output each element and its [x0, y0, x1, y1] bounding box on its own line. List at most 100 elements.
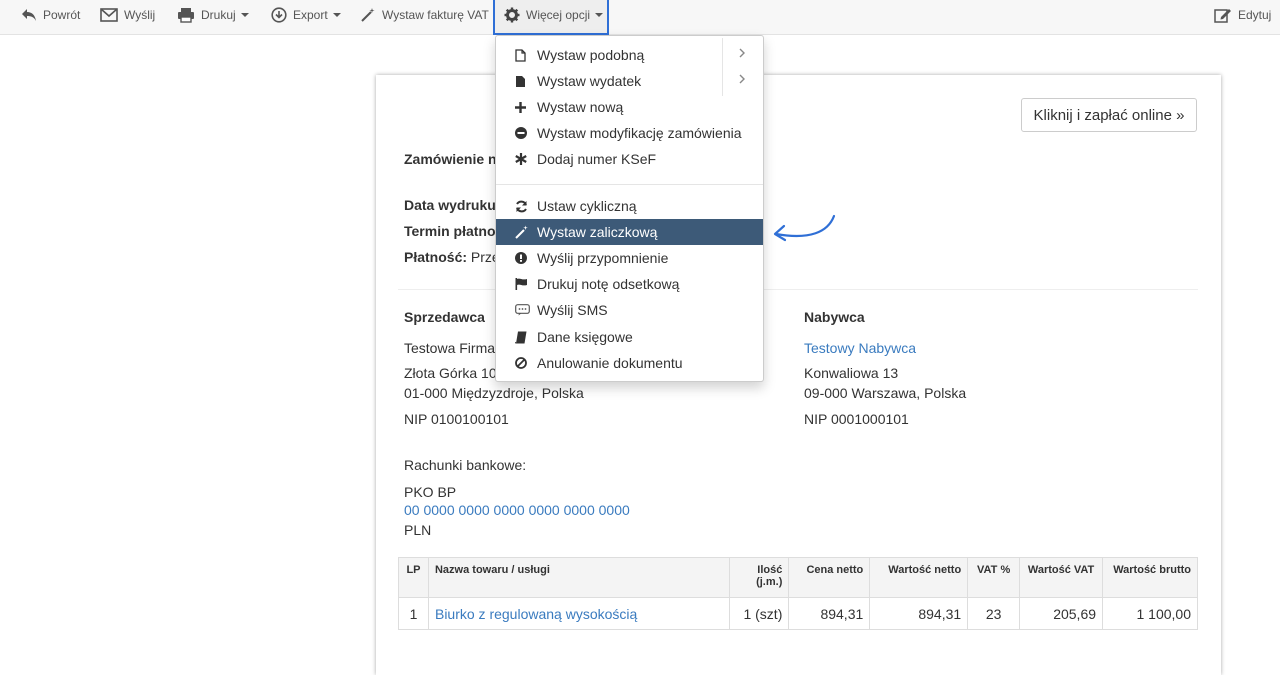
col-header: Ilość (j.m.) [729, 557, 790, 598]
minus-circle-icon [515, 127, 527, 139]
export-label: Export [293, 8, 328, 22]
col-header: Wartość VAT [1019, 557, 1104, 598]
due-date-label: Termin płatno [404, 223, 496, 239]
vat-invoice-button[interactable]: Wystaw fakturę VAT [360, 0, 489, 30]
cell-vat-rate: 23 [967, 597, 1021, 630]
menu-item-ksef[interactable]: Dodaj numer KSeF [496, 146, 763, 172]
menu-item-label: Wystaw modyfikację zamówienia [537, 125, 742, 141]
cell-net-price: 894,31 [788, 597, 871, 630]
magic-wand-icon [361, 8, 375, 22]
cell-item-name-link[interactable]: Biurko z regulowaną wysokością [427, 597, 731, 630]
flag-icon [515, 278, 527, 290]
col-header: Nazwa towaru / usługi [427, 557, 731, 598]
menu-item-label: Wyślij przypomnienie [537, 250, 669, 266]
back-button[interactable]: Powrót [21, 0, 80, 30]
buyer-street: Konwaliowa 13 [804, 365, 899, 381]
seller-heading: Sprzedawca [404, 309, 485, 325]
seller-city: 01-000 Międzyzdroje, Polska [404, 385, 584, 401]
asterisk-icon [515, 153, 527, 165]
menu-item-reminder[interactable]: Wyślij przypomnienie [496, 245, 763, 271]
more-options-dropdown: Wystaw podobną Wystaw wydatek Wystaw now… [495, 35, 764, 382]
gear-icon [504, 7, 520, 23]
edit-icon [1214, 9, 1231, 23]
printer-icon [178, 8, 194, 23]
submenu-divider [722, 64, 723, 96]
col-header: LP [398, 557, 429, 598]
cell-vat-value: 205,69 [1019, 597, 1104, 630]
col-header: VAT % [967, 557, 1021, 598]
menu-item-label: Wyślij SMS [537, 302, 608, 318]
menu-item-label: Drukuj notę odsetkową [537, 276, 680, 292]
refresh-icon [516, 200, 527, 212]
chevron-right-icon[interactable] [738, 73, 746, 85]
send-button[interactable]: Wyślij [100, 0, 155, 30]
print-date-label: Data wydruku [404, 197, 496, 213]
bank-accounts-label: Rachunki bankowe: [404, 457, 527, 473]
order-label: Zamówienie n [404, 151, 497, 167]
bank-name: PKO BP [404, 484, 457, 500]
menu-item-expense[interactable]: Wystaw wydatek [496, 64, 763, 96]
export-button[interactable]: Export [271, 0, 341, 30]
menu-item-label: Dodaj numer KSeF [537, 151, 657, 167]
vat-invoice-label: Wystaw fakturę VAT [382, 8, 489, 22]
more-options-button[interactable]: Więcej opcji [504, 0, 604, 30]
table-row: 1 Biurko z regulowaną wysokością 1 (szt)… [398, 597, 1198, 630]
chevron-down-icon [240, 13, 249, 17]
chevron-down-icon [332, 13, 341, 17]
menu-item-sms[interactable]: Wyślij SMS [496, 297, 763, 323]
menu-item-label: Wystaw nową [537, 99, 624, 115]
edit-button[interactable]: Edytuj [1214, 0, 1271, 30]
menu-item-label: Anulowanie dokumentu [537, 355, 683, 371]
menu-item-label: Wystaw zaliczkową [537, 224, 658, 240]
toolbar: Powrót Wyślij Drukuj Export Wystaw faktu… [0, 0, 1280, 35]
cell-gross-value: 1 100,00 [1102, 597, 1198, 630]
book-icon [515, 331, 527, 344]
col-header: Cena netto [788, 557, 871, 598]
seller-nip: NIP 0100100101 [404, 411, 509, 427]
file-icon [516, 75, 525, 87]
menu-item-order-modification[interactable]: Wystaw modyfikację zamówienia [496, 120, 763, 146]
menu-item-accounting-data[interactable]: Dane księgowe [496, 324, 763, 350]
payment-label: Płatność: [404, 249, 468, 265]
reply-icon [22, 9, 36, 21]
more-options-label: Więcej opcji [526, 8, 591, 22]
pay-online-button[interactable]: Kliknij i zapłać online » [1021, 98, 1197, 132]
buyer-nip: NIP 0001000101 [804, 411, 909, 427]
cell-net-value: 894,31 [869, 597, 969, 630]
envelope-icon [100, 8, 118, 22]
seller-street: Złota Górka 10 [404, 365, 497, 381]
menu-item-cancel-document[interactable]: Anulowanie dokumentu [496, 350, 763, 376]
table-header-row: LP Nazwa towaru / usługi Ilość (j.m.) Ce… [398, 557, 1198, 598]
chevron-right-icon[interactable] [738, 47, 746, 59]
annotation-arrow-icon [773, 214, 836, 242]
menu-item-advance-invoice[interactable]: Wystaw zaliczkową [496, 219, 763, 245]
magic-wand-icon [515, 225, 528, 239]
col-header: Wartość brutto [1102, 557, 1198, 598]
plus-icon [515, 101, 526, 113]
cell-lp: 1 [398, 597, 429, 630]
menu-item-recurring[interactable]: Ustaw cykliczną [496, 193, 763, 219]
sms-icon [515, 304, 530, 316]
menu-item-interest-note[interactable]: Drukuj notę odsetkową [496, 271, 763, 297]
bank-currency: PLN [404, 522, 432, 538]
menu-divider [496, 184, 763, 185]
menu-item-label: Wystaw wydatek [537, 73, 642, 89]
payment-line: Płatność: Prze [404, 249, 500, 265]
menu-item-label: Dane księgowe [537, 329, 633, 345]
print-button[interactable]: Drukuj [177, 0, 249, 30]
bank-account-link[interactable]: 00 0000 0000 0000 0000 0000 0000 [404, 502, 630, 518]
buyer-city: 09-000 Warszawa, Polska [804, 385, 967, 401]
edit-label: Edytuj [1238, 8, 1272, 22]
buyer-heading: Nabywca [804, 309, 865, 325]
file-outline-icon [515, 48, 526, 62]
seller-name: Testowa Firma [404, 340, 496, 356]
chevron-down-icon [595, 13, 604, 17]
col-header: Wartość netto [869, 557, 969, 598]
print-label: Drukuj [201, 8, 236, 22]
buyer-name-link[interactable]: Testowy Nabywca [804, 340, 916, 356]
menu-item-new[interactable]: Wystaw nową [496, 94, 763, 120]
ban-icon [515, 357, 527, 369]
menu-item-label: Ustaw cykliczną [537, 198, 637, 214]
menu-item-label: Wystaw podobną [537, 47, 645, 63]
exclamation-circle-icon [515, 252, 527, 264]
